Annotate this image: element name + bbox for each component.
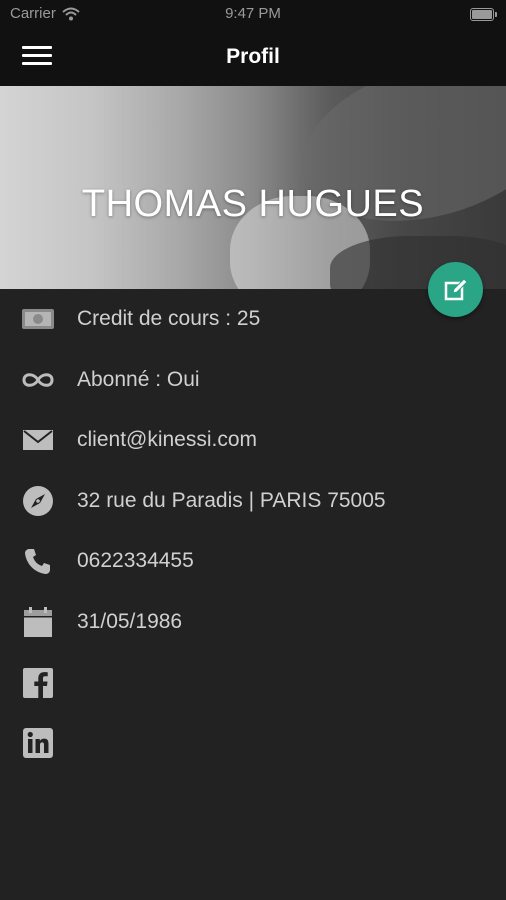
credit-row: Credit de cours : 25 (0, 299, 506, 339)
compass-icon (21, 484, 55, 518)
subscription-text: Abonné : Oui (77, 368, 200, 391)
facebook-icon[interactable] (21, 666, 55, 700)
phone-row[interactable]: 0622334455 (0, 541, 506, 581)
money-icon (21, 302, 55, 336)
credit-text: Credit de cours : 25 (77, 307, 261, 330)
calendar-icon (21, 605, 55, 639)
envelope-icon (21, 423, 55, 457)
email-text: client@kinessi.com (77, 428, 258, 451)
page-title: Profil (226, 45, 280, 68)
profile-name: THOMAS HUGUES (81, 183, 425, 225)
birthdate-text: 31/05/1986 (77, 610, 183, 633)
phone-icon (21, 544, 55, 578)
linkedin-row[interactable] (0, 723, 506, 763)
status-time: 9:47 PM (225, 5, 281, 22)
address-row[interactable]: 32 rue du Paradis | PARIS 75005 (0, 481, 506, 521)
facebook-row[interactable] (0, 663, 506, 703)
battery-icon (470, 8, 497, 21)
phone-text: 0622334455 (77, 549, 194, 572)
birthdate-row: 31/05/1986 (0, 602, 506, 642)
email-row[interactable]: client@kinessi.com (0, 420, 506, 460)
linkedin-icon[interactable] (21, 726, 55, 760)
nav-bar: Profil (0, 30, 506, 86)
infinity-icon (21, 363, 55, 397)
status-bar: Carrier 9:47 PM (0, 0, 506, 30)
subscription-row: Abonné : Oui (0, 360, 506, 400)
profile-banner: THOMAS HUGUES (0, 86, 506, 289)
address-text: 32 rue du Paradis | PARIS 75005 (77, 489, 386, 512)
